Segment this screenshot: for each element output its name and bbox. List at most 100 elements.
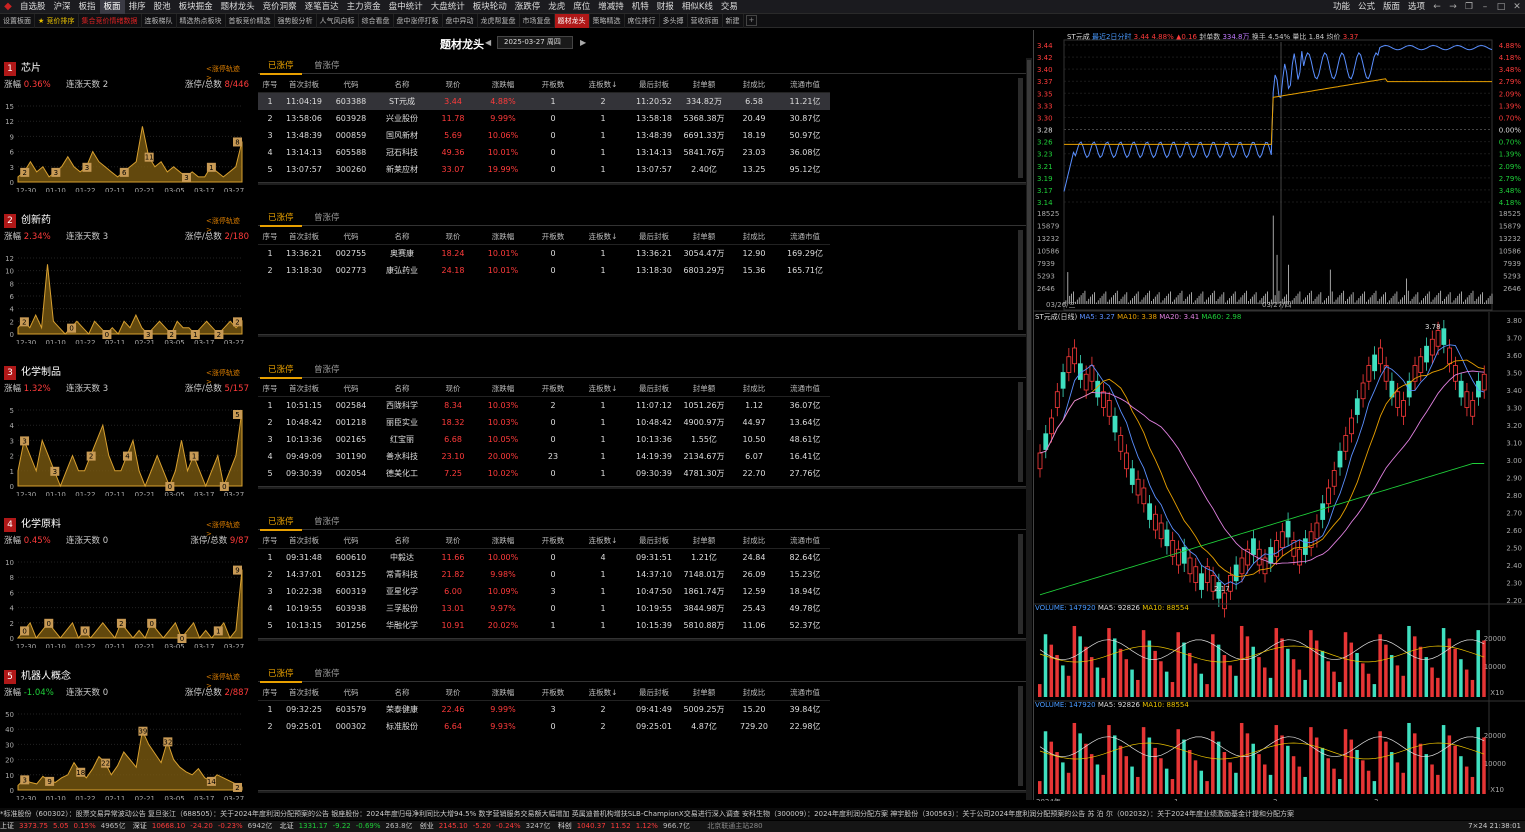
column-header[interactable]: 流通市值 — [780, 383, 830, 394]
column-header[interactable]: 开板数 — [528, 535, 578, 546]
table-row[interactable]: 2 10:48:42 001218 丽臣实业 18.32 10.03% 0 1 10:48:42… — [258, 414, 830, 431]
column-header[interactable]: 代码 — [326, 535, 376, 546]
main-scrollbar-thumb[interactable] — [1027, 60, 1031, 430]
menu-item-21[interactable]: 交易 — [717, 0, 742, 14]
table-row[interactable]: 1 13:36:21 002755 奥赛康 18.24 10.01% 0 1 13:36:21 3… — [258, 245, 830, 262]
column-header[interactable]: 序号 — [258, 383, 282, 394]
menu-item-14[interactable]: 涨跌停 — [511, 0, 545, 14]
column-header[interactable]: 现价 — [428, 687, 478, 698]
table-scrollbar[interactable] — [1018, 686, 1023, 786]
table-row[interactable]: 5 09:30:39 002054 德美化工 7.25 10.02% 0 1 09:30:39 4… — [258, 465, 830, 482]
sector-name[interactable]: 芯片 — [21, 62, 41, 76]
column-header[interactable]: 开板数 — [528, 383, 578, 394]
column-header[interactable]: 流通市值 — [780, 231, 830, 242]
table-scrollbar[interactable] — [1018, 230, 1023, 330]
column-header[interactable]: 名称 — [376, 687, 428, 698]
column-header[interactable]: 最后封板 — [628, 383, 680, 394]
column-header[interactable]: 开板数 — [528, 687, 578, 698]
column-header[interactable]: 封成比 — [728, 535, 780, 546]
toolbar-item-8[interactable]: 综合看盘 — [359, 13, 394, 28]
column-header[interactable]: 代码 — [326, 687, 376, 698]
date-picker[interactable]: 2025-03-27 周四 — [497, 36, 573, 49]
menu-item-10[interactable]: 主力资金 — [343, 0, 385, 14]
toolbar-item-2[interactable]: 集合竞价情绪数据 — [79, 13, 142, 28]
column-header[interactable]: 代码 — [326, 383, 376, 394]
column-header[interactable]: 封成比 — [728, 79, 780, 90]
table-row[interactable]: 1 10:51:15 002584 西陇科学 8.34 10.03% 2 1 11:07:12 1… — [258, 397, 830, 414]
toolbar-item-13[interactable]: 题材龙头 — [554, 13, 590, 28]
column-header[interactable]: 最后封板 — [628, 79, 680, 90]
table-row[interactable]: 3 10:13:36 002165 红宝丽 6.68 10.05% 0 1 10:13:36 1.… — [258, 431, 830, 448]
menu-right-item-3[interactable]: 选项 — [1404, 0, 1429, 14]
toolbar-item-4[interactable]: 精选热点板块 — [177, 13, 226, 28]
table-row[interactable]: 1 09:32:25 603579 荣泰健康 22.46 9.99% 3 2 09:41:49 5… — [258, 701, 830, 718]
menu-item-12[interactable]: 大盘统计 — [427, 0, 469, 14]
menu-item-17[interactable]: 增减持 — [594, 0, 628, 14]
maximize-icon[interactable]: □ — [1493, 2, 1509, 12]
toolbar-item-9[interactable]: 盘中涨停打板 — [394, 13, 443, 28]
column-header[interactable]: 最后封板 — [628, 535, 680, 546]
column-header[interactable]: 涨跌幅 — [478, 231, 528, 242]
menu-item-11[interactable]: 盘中统计 — [385, 0, 427, 14]
date-prev-icon[interactable]: ◀ — [485, 38, 491, 47]
column-header[interactable]: 连板数↓ — [578, 79, 628, 90]
forward-icon[interactable]: → — [1445, 2, 1461, 12]
column-header[interactable]: 封单额 — [680, 535, 728, 546]
column-header[interactable]: 封单额 — [680, 231, 728, 242]
menu-item-0[interactable]: 自选股 — [16, 0, 50, 14]
table-row[interactable]: 2 13:18:30 002773 康弘药业 24.18 10.01% 0 1 13:18:30… — [258, 262, 830, 279]
menu-right-item-1[interactable]: 公式 — [1354, 0, 1379, 14]
table-row[interactable]: 4 09:49:09 301190 善水科技 23.10 20.00% 23 1 14:19:3… — [258, 448, 830, 465]
menu-item-5[interactable]: 股池 — [150, 0, 175, 14]
column-header[interactable]: 现价 — [428, 231, 478, 242]
menu-item-15[interactable]: 龙虎 — [544, 0, 569, 14]
menu-item-6[interactable]: 板块掘金 — [175, 0, 217, 14]
tab-touched-limit[interactable]: 曾涨停 — [306, 364, 348, 377]
column-header[interactable]: 序号 — [258, 535, 282, 546]
column-header[interactable]: 封成比 — [728, 383, 780, 394]
tab-limit-up[interactable]: 已涨停 — [260, 60, 302, 75]
minimize-icon[interactable]: – — [1477, 2, 1493, 12]
table-row[interactable]: 2 14:37:01 603125 常青科技 21.82 9.98% 0 1 14:37:10 7… — [258, 566, 830, 583]
tab-limit-up[interactable]: 已涨停 — [260, 212, 302, 227]
toolbar-item-18[interactable]: 新建 — [723, 13, 744, 28]
table-row[interactable]: 3 13:48:39 000859 国风新材 5.69 10.06% 0 1 13:48:39 6… — [258, 127, 830, 144]
add-board-icon[interactable]: + — [745, 15, 758, 26]
table-row[interactable]: 4 13:14:13 605588 冠石科技 49.36 10.01% 0 1 13:14:13… — [258, 144, 830, 161]
column-header[interactable]: 首次封板 — [282, 687, 326, 698]
menu-item-1[interactable]: 沪深 — [50, 0, 75, 14]
column-header[interactable]: 首次封板 — [282, 535, 326, 546]
column-header[interactable]: 涨跌幅 — [478, 79, 528, 90]
menu-item-13[interactable]: 板块轮动 — [469, 0, 511, 14]
column-header[interactable]: 连板数↓ — [578, 535, 628, 546]
column-header[interactable]: 现价 — [428, 383, 478, 394]
column-header[interactable]: 名称 — [376, 231, 428, 242]
column-header[interactable]: 序号 — [258, 79, 282, 90]
column-header[interactable]: 连板数↓ — [578, 383, 628, 394]
menu-item-2[interactable]: 板指 — [75, 0, 100, 14]
column-header[interactable]: 封单额 — [680, 687, 728, 698]
toolbar-item-16[interactable]: 多头搏 — [660, 13, 688, 28]
toolbar-item-14[interactable]: 策略精选 — [590, 13, 625, 28]
toolbar-item-0[interactable]: 设置板面 — [0, 13, 35, 28]
tab-touched-limit[interactable]: 曾涨停 — [306, 60, 348, 73]
tab-touched-limit[interactable]: 曾涨停 — [306, 212, 348, 225]
menu-item-20[interactable]: 相似K线 — [678, 0, 717, 14]
news-ticker[interactable]: *标准股份（600302）：股票交易异常波动公告 复旦张江（688505）：关于… — [0, 808, 1525, 820]
menu-item-7[interactable]: 题材龙头 — [217, 0, 259, 14]
column-header[interactable]: 名称 — [376, 535, 428, 546]
column-header[interactable]: 代码 — [326, 231, 376, 242]
menu-item-16[interactable]: 席位 — [569, 0, 594, 14]
column-header[interactable]: 封单额 — [680, 79, 728, 90]
column-header[interactable]: 首次封板 — [282, 383, 326, 394]
column-header[interactable]: 涨跌幅 — [478, 383, 528, 394]
column-header[interactable]: 首次封板 — [282, 79, 326, 90]
column-header[interactable]: 连板数↓ — [578, 231, 628, 242]
column-header[interactable]: 涨跌幅 — [478, 535, 528, 546]
column-header[interactable]: 名称 — [376, 79, 428, 90]
date-next-icon[interactable]: ▶ — [580, 38, 586, 47]
column-header[interactable]: 首次封板 — [282, 231, 326, 242]
toolbar-item-1[interactable]: ★ 竞价排序 — [35, 13, 79, 28]
column-header[interactable]: 涨跌幅 — [478, 687, 528, 698]
column-header[interactable]: 代码 — [326, 79, 376, 90]
